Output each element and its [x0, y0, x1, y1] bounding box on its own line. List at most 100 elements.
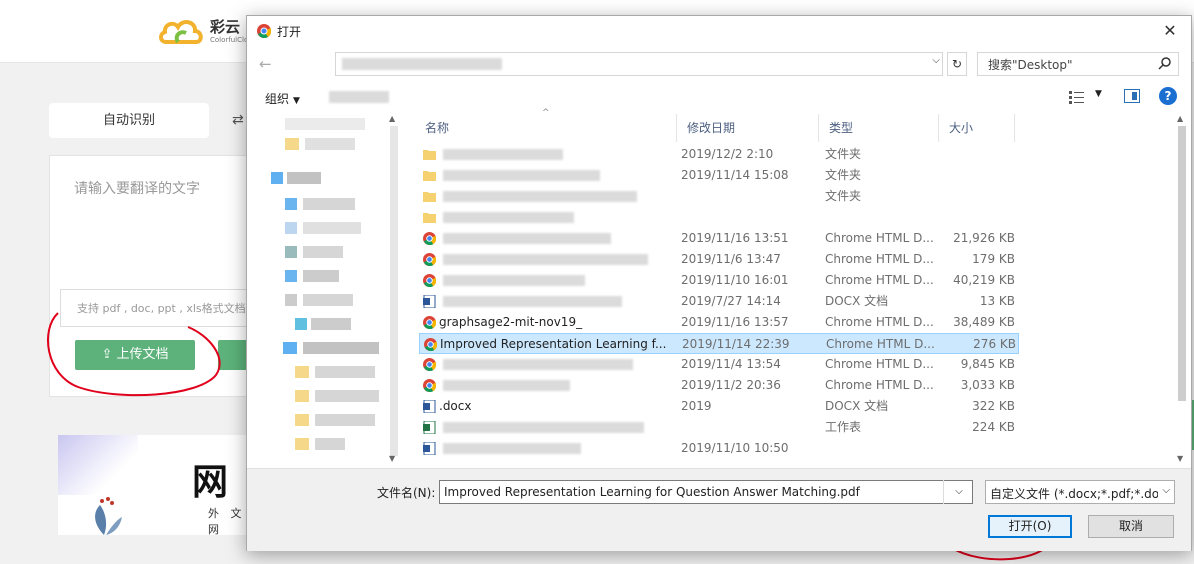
file-type: 文件夹 [825, 189, 862, 203]
caret-down-icon: ▼ [293, 96, 300, 106]
preview-pane-icon[interactable] [1124, 89, 1140, 103]
filename-input[interactable]: Improved Representation Learning for Que… [444, 485, 860, 499]
file-list-scrollbar[interactable]: ▲ ▼ [1175, 114, 1189, 468]
nav-item[interactable] [311, 318, 351, 330]
blurred-file-name [443, 170, 600, 181]
file-row[interactable]: 2019/11/14 15:08 文件夹 [419, 165, 1019, 186]
scroll-thumb[interactable] [1178, 126, 1186, 401]
file-row[interactable]: 2019/11/10 16:01 Chrome HTML D... 40,219 K… [419, 270, 1019, 291]
file-row[interactable]: 工作表 224 KB [419, 417, 1019, 438]
nav-item[interactable] [305, 138, 355, 150]
nav-item[interactable] [303, 198, 355, 210]
file-row[interactable]: 2019/11/10 10:50 [419, 438, 1019, 459]
organize-menu[interactable]: 组织 ▼ [265, 90, 300, 107]
file-size: 21,926 KB [953, 231, 1015, 245]
drive-icon [285, 198, 297, 210]
word-icon [423, 442, 436, 455]
search-field[interactable]: 搜索"Desktop" [977, 52, 1179, 76]
search-input[interactable]: 搜索"Desktop" [988, 56, 1073, 73]
file-size: 3,033 KB [960, 378, 1015, 392]
blurred-path [342, 58, 502, 70]
file-date: 2019/11/16 13:51 [681, 231, 789, 245]
file-date: 2019 [681, 399, 712, 413]
blurred-file-name [443, 296, 622, 307]
nav-item[interactable] [315, 390, 379, 402]
dialog-footer: 文件名(N): Improved Representation Learning… [247, 468, 1191, 551]
upload-label: 上传文档 [116, 347, 169, 362]
site-logo[interactable]: 彩云 ColorfulClo [158, 14, 248, 48]
nav-item[interactable] [303, 270, 339, 282]
file-type: Chrome HTML D... [825, 273, 934, 287]
tab-auto-detect[interactable]: 自动识别 [49, 103, 209, 138]
blurred-file-name [443, 443, 581, 454]
translate-input[interactable]: 请输入要翻译的文字 [74, 178, 200, 198]
navigation-pane[interactable] [247, 114, 405, 468]
file-row[interactable]: 2019/11/16 13:51 Chrome HTML D... 21,926 K… [419, 228, 1019, 249]
scroll-down-icon[interactable]: ▼ [1177, 454, 1183, 463]
nav-item[interactable] [303, 222, 361, 234]
file-row[interactable]: 2019/11/2 20:36 Chrome HTML D... 3,033 KB [419, 375, 1019, 396]
file-row[interactable] [419, 207, 1019, 228]
file-date: 2019/11/14 15:08 [681, 168, 789, 182]
file-row[interactable]: 2019/11/4 13:54 Chrome HTML D... 9,845 KB [419, 354, 1019, 375]
file-row[interactable]: graphsage2-mit-nov19_ 2019/11/16 13:57 Chr… [419, 312, 1019, 333]
file-size: 38,489 KB [953, 315, 1015, 329]
file-date: 2019/11/4 13:54 [681, 357, 781, 371]
file-row[interactable]: Improved Representation Learning f... 201… [419, 333, 1019, 354]
file-row[interactable]: 2019/7/27 14:14 DOCX 文档 13 KB [419, 291, 1019, 312]
file-row[interactable]: 2019/12/2 2:10 文件夹 [419, 144, 1019, 165]
dialog-toolbar: 组织 ▼ ▼ ? [247, 84, 1191, 110]
scroll-down-icon[interactable]: ▼ [389, 454, 395, 463]
logo-name: 彩云 [210, 18, 241, 36]
cancel-button[interactable]: 取消 [1088, 515, 1174, 538]
folder-icon [295, 438, 309, 450]
address-bar[interactable]: ⌵ [335, 52, 943, 76]
close-icon[interactable]: ✕ [1157, 19, 1183, 43]
chrome-icon [423, 379, 436, 392]
column-header-type[interactable]: 类型 [819, 114, 939, 142]
view-options-icon[interactable] [1069, 90, 1085, 104]
file-type: 文件夹 [825, 168, 862, 182]
column-header-name[interactable]: 名称 [415, 114, 677, 142]
nav-item[interactable] [285, 118, 365, 130]
scroll-thumb[interactable] [390, 126, 398, 456]
view-caret-icon[interactable]: ▼ [1095, 89, 1102, 99]
swap-icon[interactable]: ⇄ [232, 112, 244, 128]
drive-icon [283, 342, 297, 354]
open-file-dialog: 打开 ✕ ← ⌵ ↻ 搜索"Desktop" 组织 ▼ ▼ ? ▲ ▼ ^ 名称… [246, 15, 1192, 551]
dialog-title: 打开 [277, 25, 302, 39]
nav-item[interactable] [315, 438, 345, 450]
filetype-select[interactable]: 自定义文件 (*.docx;*.pdf;*.doc ⌵ [985, 480, 1175, 504]
drive-icon [295, 318, 307, 330]
scroll-up-icon[interactable]: ▲ [389, 114, 395, 123]
column-header-size[interactable]: 大小 [939, 114, 1015, 142]
dialog-titlebar[interactable]: 打开 ✕ [247, 16, 1191, 46]
file-name: Improved Representation Learning f... [440, 337, 667, 351]
file-row[interactable]: 文件夹 [419, 186, 1019, 207]
nav-item[interactable] [303, 342, 379, 354]
help-icon[interactable]: ? [1159, 87, 1177, 105]
filename-field[interactable]: Improved Representation Learning for Que… [439, 480, 973, 504]
refresh-icon[interactable]: ↻ [947, 52, 967, 76]
file-size: 40,219 KB [953, 273, 1015, 287]
file-row[interactable]: 2019/11/6 13:47 Chrome HTML D... 179 KB [419, 249, 1019, 270]
upload-document-button[interactable]: ⇪ 上传文档 [75, 340, 195, 370]
filename-dropdown-icon[interactable]: ⌵ [943, 480, 974, 504]
column-header-date[interactable]: 修改日期 [677, 114, 819, 142]
nav-scrollbar[interactable]: ▲ ▼ [387, 114, 401, 468]
back-arrow-icon[interactable]: ← [259, 55, 272, 73]
chevron-down-icon[interactable]: ⌵ [932, 55, 940, 66]
promo-banner[interactable]: 网 外 文 网 [58, 435, 248, 535]
blurred-file-name [443, 254, 648, 265]
file-row[interactable]: .docx 2019 DOCX 文档 322 KB [419, 396, 1019, 417]
nav-item[interactable] [315, 366, 375, 378]
scroll-up-icon[interactable]: ▲ [1177, 114, 1183, 123]
nav-item[interactable] [315, 414, 375, 426]
chrome-icon [423, 232, 436, 245]
nav-item[interactable] [303, 246, 343, 258]
file-type: Chrome HTML D... [825, 231, 934, 245]
nav-item[interactable] [287, 172, 321, 184]
blurred-file-name [443, 233, 611, 244]
open-button[interactable]: 打开(O) [988, 515, 1072, 538]
nav-item[interactable] [303, 294, 353, 306]
